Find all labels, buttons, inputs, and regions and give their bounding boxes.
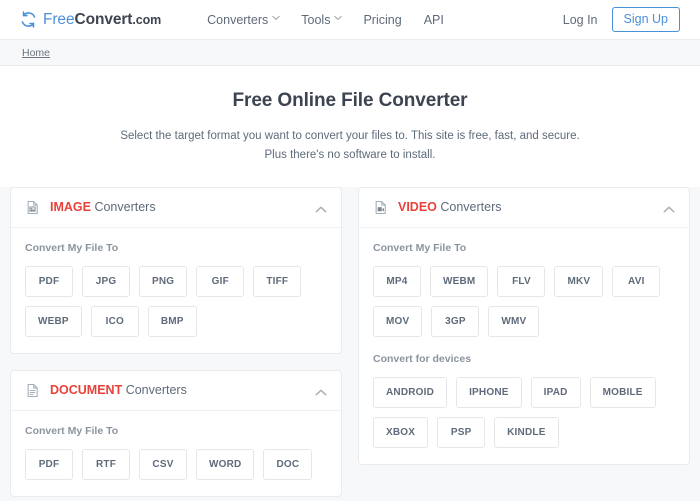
card-document-header[interactable]: DOCUMENT Converters	[11, 371, 341, 411]
chip-mkv[interactable]: MKV	[554, 265, 604, 297]
logo-dotcom: .com	[132, 12, 162, 27]
chip-png[interactable]: PNG	[139, 265, 188, 297]
left-column: IMAGE Converters Convert My File To PDF …	[10, 186, 342, 497]
card-document-body: Convert My File To PDF RTF CSV WORD DOC	[11, 411, 341, 496]
video-file-icon	[373, 200, 398, 215]
section-label-convert-my-file-to: Convert My File To	[25, 424, 119, 437]
card-document-category: DOCUMENT	[50, 383, 123, 398]
section-label-convert-my-file-to: Convert My File To	[25, 241, 119, 254]
logo-wordmark: FreeConvert.com	[43, 11, 161, 29]
site-logo[interactable]: FreeConvert.com	[20, 11, 161, 29]
chip-3gp[interactable]: 3GP	[431, 305, 480, 337]
chip-psp[interactable]: PSP	[437, 416, 486, 448]
card-video-header[interactable]: VIDEO Converters	[359, 188, 689, 228]
chip-bmp[interactable]: BMP	[147, 305, 197, 337]
card-video-category: VIDEO	[398, 200, 437, 215]
breadcrumb-item-home[interactable]: Home	[22, 47, 50, 59]
nav-label-api: API	[423, 12, 444, 27]
page-title: Free Online File Converter	[232, 90, 468, 111]
nav-label-tools: Tools	[301, 12, 331, 27]
image-format-chips: PDF JPG PNG GIF TIFF WEBP ICO BMP	[25, 265, 327, 337]
video-format-chips: MP4 WEBM FLV MKV AVI MOV 3GP WMV	[373, 265, 675, 337]
chip-rtf[interactable]: RTF	[82, 448, 130, 480]
chip-tiff[interactable]: TIFF	[253, 265, 302, 297]
right-column: VIDEO Converters Convert My File To MP4 …	[358, 186, 690, 465]
main-nav: Converters Tools Pricing API	[207, 13, 444, 27]
card-image-suffix: Converters	[90, 200, 156, 215]
chevron-up-icon[interactable]	[315, 384, 327, 396]
card-image-body: Convert My File To PDF JPG PNG GIF TIFF …	[11, 228, 341, 353]
image-file-icon	[25, 200, 50, 215]
card-image-header[interactable]: IMAGE Converters	[11, 188, 341, 228]
chip-ipad[interactable]: IPAD	[530, 376, 581, 408]
chip-jpg[interactable]: JPG	[82, 265, 130, 297]
header-actions: Log In Sign Up	[563, 7, 680, 32]
nav-label-converters: Converters	[207, 12, 269, 27]
chip-mov[interactable]: MOV	[373, 305, 423, 337]
card-video-converters: VIDEO Converters Convert My File To MP4 …	[358, 186, 690, 465]
chip-webp[interactable]: WEBP	[25, 305, 82, 337]
chip-flv[interactable]: FLV	[497, 265, 546, 297]
chevron-down-icon	[272, 15, 280, 22]
site-header: FreeConvert.com Converters Tools Pricing…	[0, 0, 700, 40]
chip-word[interactable]: WORD	[196, 448, 255, 480]
converters-grid: IMAGE Converters Convert My File To PDF …	[0, 186, 700, 497]
card-image-converters: IMAGE Converters Convert My File To PDF …	[10, 186, 342, 354]
nav-item-api[interactable]: API	[424, 13, 444, 27]
chip-mp4[interactable]: MP4	[373, 265, 421, 297]
card-image-title: IMAGE Converters	[50, 200, 156, 214]
login-link[interactable]: Log In	[563, 13, 598, 27]
chevron-up-icon[interactable]	[315, 201, 327, 213]
nav-label-pricing: Pricing	[363, 12, 402, 27]
nav-item-pricing[interactable]: Pricing	[363, 13, 401, 27]
chevron-up-icon[interactable]	[663, 201, 675, 213]
chip-doc[interactable]: DOC	[263, 448, 313, 480]
card-document-converters: DOCUMENT Converters Convert My File To P…	[10, 369, 342, 497]
chip-csv[interactable]: CSV	[139, 448, 187, 480]
chip-avi[interactable]: AVI	[612, 265, 661, 297]
card-video-title: VIDEO Converters	[398, 200, 502, 214]
card-video-body: Convert My File To MP4 WEBM FLV MKV AVI …	[359, 228, 689, 464]
chip-kindle[interactable]: KINDLE	[494, 416, 559, 448]
breadcrumb: Home	[0, 40, 700, 66]
nav-item-converters[interactable]: Converters	[207, 12, 280, 27]
card-document-suffix: Converters	[122, 383, 187, 398]
signup-button[interactable]: Sign Up	[611, 7, 680, 32]
video-device-chips: ANDROID IPHONE IPAD MOBILE XBOX PSP KIND…	[373, 376, 675, 448]
chip-iphone[interactable]: IPHONE	[456, 376, 522, 408]
nav-item-tools[interactable]: Tools	[301, 12, 343, 27]
refresh-circle-icon	[20, 11, 37, 28]
logo-free: Free	[43, 10, 75, 28]
chip-ico[interactable]: ICO	[90, 305, 139, 337]
card-document-title: DOCUMENT Converters	[50, 383, 187, 397]
chip-pdf[interactable]: PDF	[25, 448, 73, 480]
chip-wmv[interactable]: WMV	[488, 305, 540, 337]
hero-section: Free Online File Converter Select the ta…	[0, 66, 700, 187]
chip-xbox[interactable]: XBOX	[373, 416, 429, 448]
page-subtitle: Select the target format you want to con…	[120, 130, 580, 161]
chip-pdf[interactable]: PDF	[25, 265, 73, 297]
chevron-down-icon	[334, 15, 343, 22]
card-image-category: IMAGE	[50, 200, 91, 215]
chip-webm[interactable]: WEBM	[430, 265, 489, 297]
logo-convert: Convert	[74, 10, 133, 28]
chip-gif[interactable]: GIF	[196, 265, 245, 297]
section-label-convert-for-devices: Convert for devices	[373, 352, 472, 365]
chip-android[interactable]: ANDROID	[373, 376, 448, 408]
card-video-suffix: Converters	[436, 200, 502, 215]
document-format-chips: PDF RTF CSV WORD DOC	[25, 448, 327, 480]
section-label-convert-my-file-to: Convert My File To	[373, 241, 467, 254]
document-file-icon	[25, 383, 50, 398]
chip-mobile[interactable]: MOBILE	[589, 376, 656, 408]
